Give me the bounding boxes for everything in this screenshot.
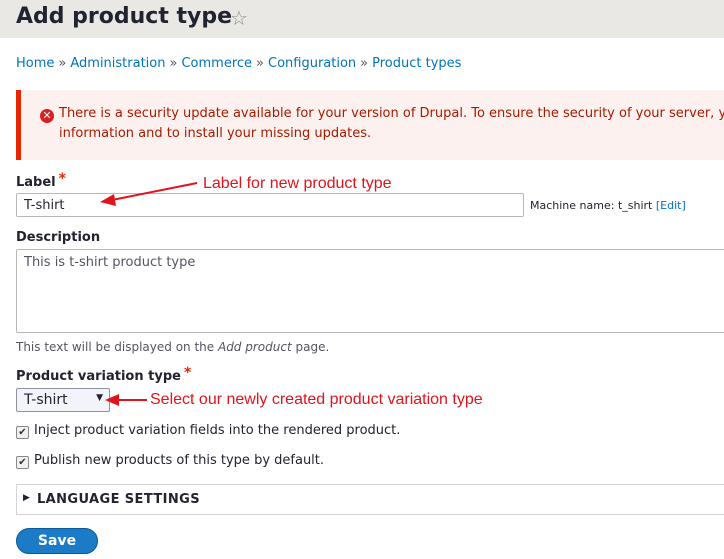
variation-type-field-label: Product variation type * [16, 365, 192, 384]
label-input[interactable] [16, 193, 524, 217]
breadcrumb-product-types[interactable]: Product types [372, 56, 461, 71]
machine-name-edit-link[interactable]: [Edit] [656, 199, 686, 212]
required-marker: * [183, 365, 192, 381]
alert-message: There is a security update available for… [59, 106, 724, 141]
breadcrumb-home[interactable]: Home [16, 56, 54, 71]
label-annotation: Label for new product type [203, 175, 392, 192]
breadcrumb: Home» Administration» Commerce» Configurati… [16, 56, 462, 71]
inject-fields-checkbox-row[interactable]: ✔ Inject product variation fields into th… [16, 423, 400, 439]
page-header: Add product type ☆ [0, 0, 724, 38]
breadcrumb-configuration[interactable]: Configuration [268, 56, 356, 71]
page-title: Add product type [16, 4, 233, 29]
variation-annotation: Select our newly created product variati… [150, 391, 483, 408]
breadcrumb-administration[interactable]: Administration [70, 56, 165, 71]
security-alert: ✕ There is a security update available f… [16, 90, 724, 160]
inject-fields-checkbox[interactable]: ✔ [16, 426, 29, 439]
required-marker: * [58, 171, 66, 187]
error-circle-icon: ✕ [40, 109, 54, 123]
chevron-down-icon: ▼ [96, 393, 103, 403]
caret-right-icon: ▶ [23, 493, 30, 503]
save-button[interactable]: Save [16, 528, 98, 554]
description-help-text: This text will be displayed on the Add p… [16, 340, 330, 354]
publish-default-checkbox[interactable]: ✔ [16, 456, 29, 469]
description-field-label: Description [16, 230, 101, 245]
star-outline-icon[interactable]: ☆ [230, 6, 248, 30]
machine-name: Machine name: t_shirt [Edit] [530, 199, 686, 212]
description-textarea[interactable]: This is t-shirt product type [16, 249, 724, 333]
language-settings-label: LANGUAGE SETTINGS [37, 492, 201, 507]
variation-type-select[interactable]: T-shirt ▼ [16, 388, 110, 412]
language-settings-details[interactable]: ▶ LANGUAGE SETTINGS [16, 484, 724, 515]
publish-default-checkbox-row[interactable]: ✔ Publish new products of this type by de… [16, 453, 324, 469]
breadcrumb-commerce[interactable]: Commerce [181, 56, 252, 71]
label-field-label: Label * [16, 171, 66, 190]
